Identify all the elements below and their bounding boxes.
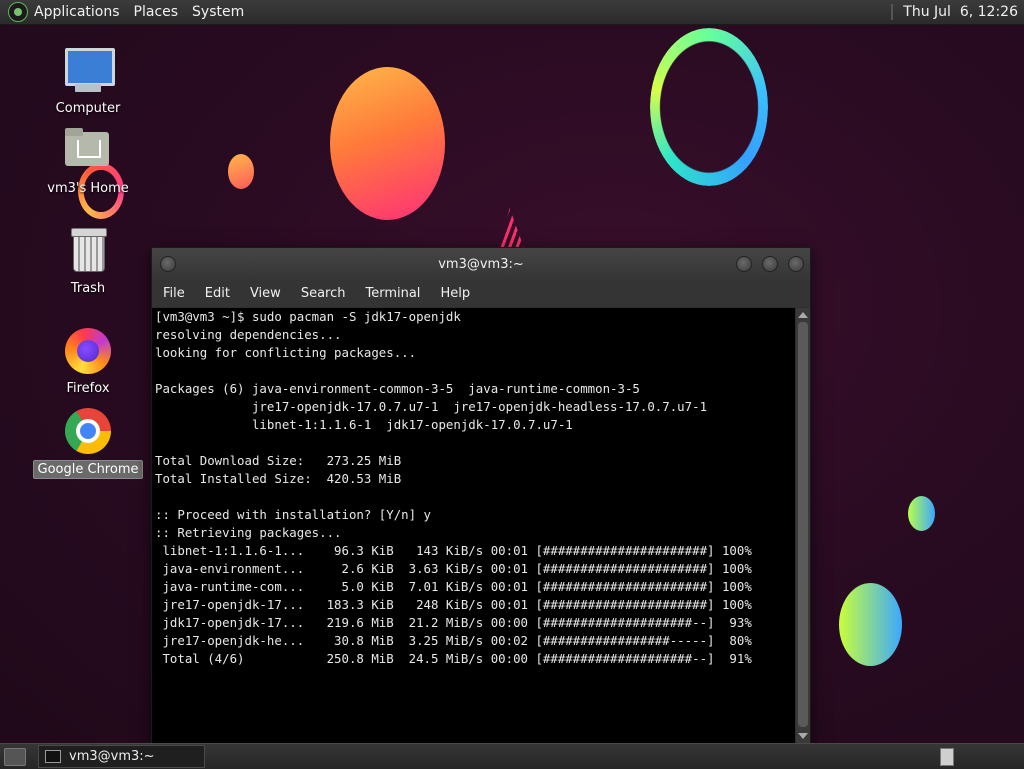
- terminal-line: jdk17-openjdk-17... 219.6 MiB 21.2 MiB/s…: [155, 615, 752, 630]
- wallpaper-orange-ball: [330, 67, 445, 220]
- menu-file[interactable]: File: [162, 286, 186, 301]
- wallpaper-stripes: [500, 208, 524, 248]
- taskbar-terminal-button[interactable]: vm3@vm3:~: [38, 745, 205, 768]
- wallpaper-small-ball: [228, 154, 254, 189]
- terminal-line: java-runtime-com... 5.0 KiB 7.01 KiB/s 0…: [155, 579, 752, 594]
- desktop-icon-label: Google Chrome: [32, 460, 144, 479]
- menu-help[interactable]: Help: [439, 286, 471, 301]
- terminal-icon: [45, 750, 61, 763]
- taskbar-button-label: vm3@vm3:~: [69, 749, 155, 764]
- close-button[interactable]: [788, 256, 804, 272]
- terminal-line: jre17-openjdk-17.0.7.u7-1 jre17-openjdk-…: [155, 399, 708, 414]
- terminal-line: libnet-1:1.1.6-1 jdk17-openjdk-17.0.7.u7…: [155, 417, 573, 432]
- show-desktop-icon[interactable]: [4, 747, 26, 766]
- window-menu-button[interactable]: [160, 256, 176, 272]
- menu-search[interactable]: Search: [300, 286, 347, 301]
- scroll-down-arrow-icon[interactable]: [798, 733, 808, 739]
- menu-applications[interactable]: Applications: [34, 4, 120, 20]
- maximize-button[interactable]: [762, 256, 778, 272]
- desktop-icon-label: Trash: [70, 281, 106, 296]
- terminal-line: libnet-1:1.1.6-1... 96.3 KiB 143 KiB/s 0…: [155, 543, 752, 558]
- menu-edit[interactable]: Edit: [204, 286, 231, 301]
- home-folder-icon: [63, 126, 113, 176]
- desktop-icon-home[interactable]: vm3's Home: [36, 126, 140, 197]
- chrome-icon: [63, 406, 113, 456]
- firefox-icon: [63, 326, 113, 376]
- clock-area: Thu Jul 6, 12:26: [891, 0, 1024, 24]
- terminal-line: :: Retrieving packages...: [155, 525, 342, 540]
- desktop-icon-firefox[interactable]: Firefox: [36, 326, 140, 397]
- terminal-line: Packages (6) java-environment-common-3-5…: [155, 381, 640, 396]
- menu-system[interactable]: System: [192, 4, 244, 20]
- terminal-menubar: File Edit View Search Terminal Help: [152, 280, 810, 307]
- window-title: vm3@vm3:~: [438, 256, 524, 272]
- terminal-output[interactable]: [vm3@vm3 ~]$ sudo pacman -S jdk17-openjd…: [152, 308, 795, 743]
- desktop-icon-computer[interactable]: Computer: [36, 46, 140, 117]
- top-panel: Applications Places System Thu Jul 6, 12…: [0, 0, 1024, 25]
- terminal-line: Total Installed Size: 420.53 MiB: [155, 471, 402, 486]
- terminal-line: looking for conflicting packages...: [155, 345, 417, 360]
- scroll-thumb[interactable]: [798, 322, 808, 727]
- clock[interactable]: Thu Jul 6, 12:26: [903, 4, 1018, 20]
- terminal-window[interactable]: vm3@vm3:~ File Edit View Search Terminal…: [151, 247, 811, 744]
- window-titlebar[interactable]: vm3@vm3:~: [152, 248, 810, 280]
- trash-icon: [63, 226, 113, 276]
- desktop-icon-chrome[interactable]: Google Chrome: [32, 406, 144, 479]
- workspace-switcher[interactable]: [940, 747, 954, 766]
- terminal-line: resolving dependencies...: [155, 327, 342, 342]
- terminal-line: :: Proceed with installation? [Y/n] y: [155, 507, 432, 522]
- desktop-icon-label: Firefox: [66, 381, 110, 396]
- terminal-line: jre17-openjdk-he... 30.8 MiB 3.25 MiB/s …: [155, 633, 752, 648]
- menu-view[interactable]: View: [249, 286, 282, 301]
- menu-terminal[interactable]: Terminal: [364, 286, 421, 301]
- terminal-line: [vm3@vm3 ~]$ sudo pacman -S jdk17-openjd…: [155, 309, 461, 324]
- minimize-button[interactable]: [736, 256, 752, 272]
- menu-places[interactable]: Places: [134, 4, 179, 20]
- desktop-icon-label: Computer: [55, 101, 121, 116]
- terminal-line: java-environment... 2.6 KiB 3.63 KiB/s 0…: [155, 561, 752, 576]
- wallpaper-ring: [650, 28, 768, 186]
- wallpaper-green-ball-small: [908, 496, 935, 531]
- bottom-panel: vm3@vm3:~: [0, 743, 1024, 769]
- wallpaper-green-ball-large: [839, 583, 902, 666]
- terminal-line: Total Download Size: 273.25 MiB: [155, 453, 402, 468]
- scroll-up-arrow-icon[interactable]: [798, 312, 808, 318]
- computer-icon: [63, 46, 115, 96]
- terminal-scrollbar[interactable]: [796, 308, 810, 743]
- terminal-line: jre17-openjdk-17... 183.3 KiB 248 KiB/s …: [155, 597, 752, 612]
- panel-separator: [891, 4, 894, 20]
- terminal-line: Total (4/6) 250.8 MiB 24.5 MiB/s 00:00 […: [155, 651, 752, 666]
- desktop-icon-trash[interactable]: Trash: [36, 226, 140, 297]
- distro-logo-icon[interactable]: [8, 2, 28, 22]
- desktop-icon-label: vm3's Home: [47, 181, 129, 196]
